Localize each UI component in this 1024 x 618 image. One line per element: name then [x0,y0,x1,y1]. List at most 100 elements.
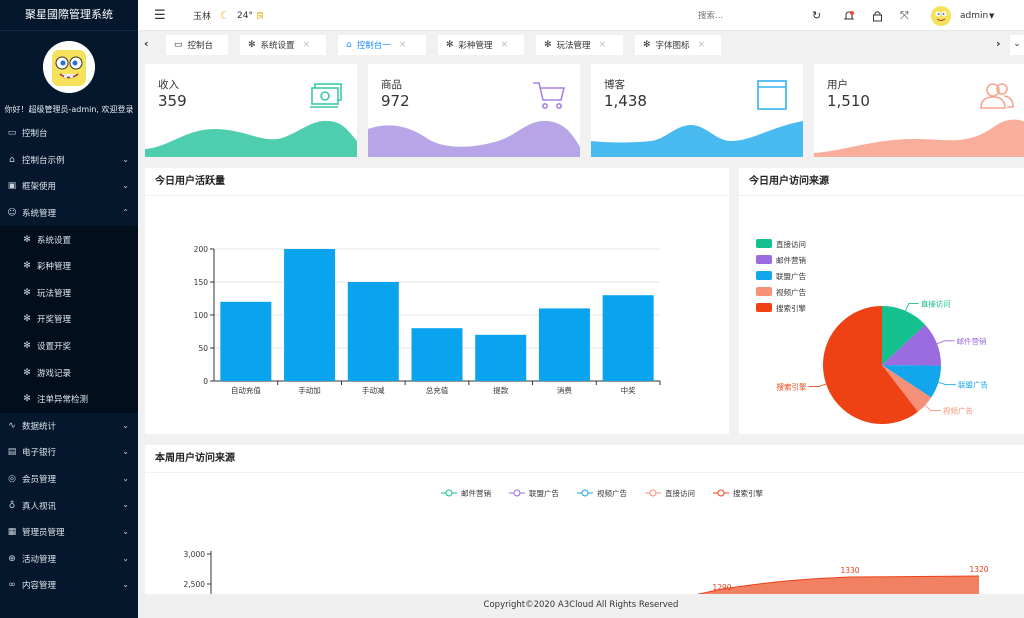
close-icon[interactable]: × [698,40,706,50]
avatar[interactable] [43,41,95,93]
x-tick-label: 中奖 [621,385,637,395]
legend-swatch [756,303,772,312]
submenu-item[interactable]: ✻ 彩种管理 [0,253,138,280]
chevron-down-icon: ⌄ [122,420,129,430]
tab-system-settings[interactable]: ✻ 系统设置 × [240,35,326,55]
y-tick-label: 2,500 [184,580,206,589]
menu-toggle-icon[interactable]: ☰ [154,0,166,31]
y-tick-label: 200 [194,245,209,254]
chevron-down-icon: ⌄ [122,553,129,563]
chevron-down-icon: ⌄ [122,181,129,191]
activity-panel: 今日用户活跃量 0 50 100 150 200 自动充值 手动加 手动减 总充值 提款 消费 中奖 [145,168,729,434]
menu-activity[interactable]: ⊕ 活动管理 ⌄ [0,546,138,573]
legend-label: 联盟广告 [529,488,559,498]
gear-icon: ✻ [248,40,256,50]
caret-down-icon[interactable]: ▼ [989,0,994,31]
submenu-item[interactable]: ✻ 注单异常检测 [0,386,138,413]
menu-framework[interactable]: ▣ 框架使用 ⌄ [0,173,138,200]
monitor-icon: ▭ [7,128,17,139]
bar [538,308,590,381]
user-avatar[interactable] [931,0,951,31]
menu-bank[interactable]: ▤ 电子银行 ⌄ [0,439,138,466]
legend-marker [649,489,657,497]
submenu-label: 系统设置 [37,235,72,246]
bar [220,301,272,381]
tab-label: 彩种管理 [458,41,493,51]
search-input[interactable] [698,10,798,21]
search-engine-area [698,576,979,594]
tab-gameplay[interactable]: ✻ 玩法管理 × [536,35,623,55]
stat-value: 1,438 [604,92,647,110]
legend-label: 搜索引擎 [776,303,806,313]
tab-font-icons[interactable]: ✻ 字体图标 × [635,35,721,55]
close-icon[interactable]: × [501,40,509,50]
tab-scroll-right-icon[interactable]: › [996,37,1001,50]
bar [411,328,463,381]
legend-swatch [756,239,772,248]
bar [475,334,527,381]
stat-label: 商品 [381,79,402,91]
bell-icon[interactable] [843,0,855,31]
sidebar: 聚星國際管理系统 你好！超级管理员-admin, 欢迎登录 ▭ 控制台 ⌂ 控制台示… [0,0,138,618]
menu-dashboard[interactable]: ▭ 控制台 [0,120,138,147]
pie-label: 联盟广告 [958,380,988,390]
y-tick-label: 50 [198,344,208,353]
activity-icon: ⊕ [8,553,16,564]
money-icon [310,83,342,108]
submenu-item[interactable]: ✻ 系统设置 [0,226,138,253]
submenu-label: 玩法管理 [37,288,72,299]
chevron-down-icon: ⌄ [122,473,129,483]
x-tick-label: 提款 [493,385,508,395]
gear-icon: ✻ [23,261,31,272]
tab-label: 字体图标 [655,41,690,51]
home-icon: ⌂ [9,154,15,165]
menu-content[interactable]: ∞ 内容管理 ⌄ [0,572,138,599]
week-panel: 本周用户访问来源 邮件营销联盟广告视频广告直接访问搜索引擎2,0002,5003… [145,445,1024,594]
legend-label: 直接访问 [776,239,806,249]
air-quality: 良 [256,11,264,20]
legend-label: 邮件营销 [461,488,491,498]
tab-dashboard-one[interactable]: ⌂ 控制台一 × [338,35,426,55]
menu-label: 管理员管理 [22,528,65,539]
pie-label: 视频广告 [943,406,973,416]
submenu-item[interactable]: ✻ 开奖管理 [0,306,138,333]
menu-dashboard-demo[interactable]: ⌂ 控制台示例 ⌄ [0,147,138,174]
y-tick-label: 100 [194,311,209,320]
search-box[interactable] [698,0,798,31]
legend-swatch [756,271,772,280]
user-name[interactable]: admin [960,0,988,31]
menu-label: 框架使用 [22,182,57,193]
close-icon[interactable]: × [303,40,311,50]
close-icon[interactable]: × [599,40,607,50]
menu-stats[interactable]: ∿ 数据统计 ⌄ [0,413,138,440]
legend-marker [513,489,521,497]
tab-menu-chevron-icon[interactable]: ⌄ [1010,35,1024,55]
tab-scroll-left-icon[interactable]: ‹ [144,37,149,50]
stat-card-users: 用户 1,510 [814,64,1024,157]
submenu-item[interactable]: ✻ 设置开奖 [0,333,138,360]
brand-title: 聚星國際管理系统 [0,0,138,31]
submenu-item[interactable]: ✻ 游戏记录 [0,359,138,386]
gear-icon: ✻ [544,40,552,50]
tab-lottery[interactable]: ✻ 彩种管理 × [438,35,524,55]
window-icon [757,80,787,110]
x-tick-label: 自动充值 [231,385,261,395]
weather-temp: 24° [237,10,253,21]
data-label: 1320 [969,565,988,574]
tab-dashboard[interactable]: ▭ 控制台 [166,35,228,55]
monitor-icon: ▭ [174,40,183,50]
source-panel: 今日用户访问来源 直接访问 邮件营销 联盟广告 视频广告 搜索引擎 直接访问 邮件营销 联盟广… [739,168,1024,434]
pie-label-line [808,383,827,387]
menu-label: 控制台示例 [22,155,65,166]
close-icon[interactable]: × [399,40,407,50]
menu-system[interactable]: ☺ 系统管理 ⌃ [0,200,138,227]
submenu-item[interactable]: ✻ 玩法管理 [0,280,138,307]
fullscreen-icon[interactable]: ⤧ [900,0,909,31]
menu-live[interactable]: ♁ 真人视讯 ⌄ [0,492,138,519]
refresh-icon[interactable]: ↻ [812,0,821,31]
lock-icon[interactable] [872,0,883,31]
menu-members[interactable]: ◎ 会员管理 ⌄ [0,466,138,493]
users-icon [980,83,1014,109]
user-icon: ☺ [7,208,17,219]
menu-admins[interactable]: ▦ 管理员管理 ⌄ [0,519,138,546]
